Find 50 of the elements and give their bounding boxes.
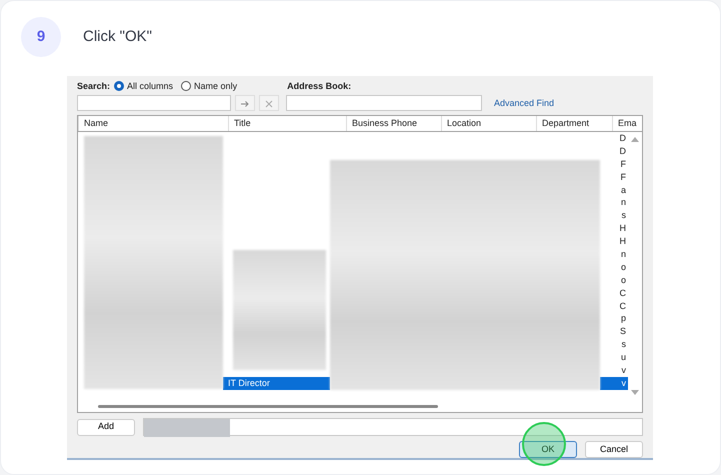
close-icon[interactable] [264,99,274,110]
recipient-field[interactable] [143,418,643,436]
email-cell[interactable]: o [600,274,628,287]
arrow-right-icon[interactable] [240,99,250,110]
clear-button[interactable] [259,95,279,112]
column-header[interactable]: Department [536,116,612,131]
address-book-field[interactable] [286,95,482,112]
email-cell[interactable]: D [600,144,628,158]
email-cell[interactable]: H [600,235,628,248]
email-cell[interactable]: n [600,248,628,261]
email-cell[interactable]: s [600,338,628,352]
search-field[interactable] [77,95,231,112]
radio-button[interactable] [181,81,192,92]
email-cell[interactable]: H [600,222,628,236]
column-header[interactable]: Location [441,116,536,131]
email-cell[interactable]: F [600,158,628,171]
email-cell[interactable]: F [600,170,628,184]
email-cell[interactable]: S [600,325,628,338]
radio-button[interactable] [114,81,124,92]
go-button[interactable] [235,95,255,112]
email-cell[interactable]: o [600,260,628,274]
column-header[interactable]: Ema [612,116,637,131]
email-cell[interactable]: s [600,209,628,222]
email-cell[interactable]: a [600,184,628,196]
advanced-find-link[interactable]: Advanced Find [494,96,554,110]
horizontal-scrollbar[interactable] [98,404,438,408]
step-number: 9 [21,17,61,57]
address-book-label: Address Book: [287,80,352,93]
email-cell[interactable]: u [600,351,628,364]
scroll-down-icon[interactable] [630,387,640,397]
radio-label: Name only [194,80,238,93]
column-header[interactable]: Business Phone [346,116,441,131]
click-marker [522,422,566,466]
ok-button[interactable]: OK [519,441,577,458]
search-label: Search: [77,80,110,93]
email-cell[interactable]: C [600,286,628,300]
column-header[interactable]: Title [228,116,346,131]
radio-label: All columns [127,80,174,93]
email-cell[interactable]: v [600,376,628,390]
cancel-button[interactable]: Cancel [585,441,643,458]
email-cell[interactable]: D [600,132,628,145]
add-button[interactable]: Add [77,418,135,436]
email-cell[interactable]: p [600,312,628,326]
scroll-up-icon[interactable] [630,135,640,145]
title-cell[interactable]: IT Director [223,376,330,390]
email-cell[interactable]: v [600,364,628,377]
email-cell[interactable]: n [600,196,628,210]
email-cell[interactable]: C [600,300,628,312]
step-instruction: Click "OK" [83,26,152,47]
column-header[interactable]: Name [78,116,228,131]
